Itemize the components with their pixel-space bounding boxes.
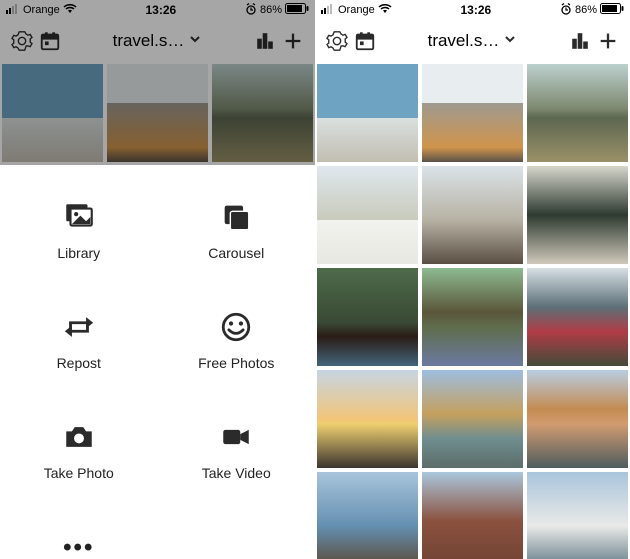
settings-button[interactable] bbox=[323, 27, 351, 55]
alarm-icon bbox=[245, 3, 257, 18]
wifi-icon bbox=[63, 4, 77, 17]
sheet-label: Library bbox=[57, 245, 100, 261]
status-bar: Orange 13:26 86% bbox=[315, 0, 630, 20]
thumb[interactable] bbox=[317, 472, 418, 559]
thumb[interactable] bbox=[422, 64, 523, 162]
camera-icon bbox=[62, 420, 96, 457]
phone-right: Orange 13:26 86% travel.s… bbox=[315, 0, 630, 559]
alarm-icon bbox=[560, 3, 572, 18]
sheet-library[interactable]: Library bbox=[0, 175, 158, 285]
thumb[interactable] bbox=[107, 64, 208, 162]
more-icon: ••• bbox=[63, 538, 94, 558]
sheet-freephotos[interactable]: Free Photos bbox=[158, 285, 316, 395]
status-bar: Orange 13:26 86% bbox=[0, 0, 315, 20]
sheet-takevideo[interactable]: Take Video bbox=[158, 395, 316, 505]
sheet-other[interactable]: ••• Other bbox=[0, 505, 158, 559]
photo-grid[interactable] bbox=[315, 62, 630, 559]
sheet-label: Repost bbox=[57, 355, 101, 371]
battery-pct: 86% bbox=[575, 4, 597, 16]
thumb[interactable] bbox=[422, 268, 523, 366]
account-dropdown[interactable]: travel.s… bbox=[379, 31, 566, 51]
account-title: travel.s… bbox=[428, 31, 500, 51]
clock: 13:26 bbox=[392, 3, 560, 17]
sheet-label: Carousel bbox=[208, 245, 264, 261]
thumb[interactable] bbox=[527, 370, 628, 468]
battery-pct: 86% bbox=[260, 4, 282, 16]
signal-icon bbox=[6, 4, 20, 17]
account-title: travel.s… bbox=[113, 31, 185, 51]
wifi-icon bbox=[378, 4, 392, 17]
settings-button[interactable] bbox=[8, 27, 36, 55]
sheet-label: Take Photo bbox=[44, 465, 114, 481]
thumb[interactable] bbox=[212, 64, 313, 162]
calendar-button[interactable] bbox=[36, 27, 64, 55]
toolbar: travel.s… bbox=[315, 20, 630, 62]
chevron-down-icon bbox=[188, 31, 202, 51]
sheet-repost[interactable]: Repost bbox=[0, 285, 158, 395]
carrier-label: Orange bbox=[338, 4, 375, 16]
clock: 13:26 bbox=[77, 3, 245, 17]
calendar-button[interactable] bbox=[351, 27, 379, 55]
thumb[interactable] bbox=[527, 64, 628, 162]
battery-icon bbox=[285, 3, 309, 17]
thumb[interactable] bbox=[422, 472, 523, 559]
add-button[interactable] bbox=[279, 27, 307, 55]
sheet-takephoto[interactable]: Take Photo bbox=[0, 395, 158, 505]
library-icon bbox=[62, 200, 96, 237]
video-icon bbox=[219, 420, 253, 457]
carousel-icon bbox=[219, 200, 253, 237]
toolbar: travel.s… bbox=[0, 20, 315, 62]
carrier-label: Orange bbox=[23, 4, 60, 16]
smiley-icon bbox=[219, 310, 253, 347]
add-button[interactable] bbox=[594, 27, 622, 55]
thumb[interactable] bbox=[317, 370, 418, 468]
thumb[interactable] bbox=[527, 472, 628, 559]
thumb[interactable] bbox=[2, 64, 103, 162]
chevron-down-icon bbox=[503, 31, 517, 51]
stats-button[interactable] bbox=[566, 27, 594, 55]
account-dropdown[interactable]: travel.s… bbox=[64, 31, 251, 51]
sheet-label: Take Video bbox=[202, 465, 271, 481]
thumb[interactable] bbox=[527, 268, 628, 366]
repost-icon bbox=[62, 310, 96, 347]
battery-icon bbox=[600, 3, 624, 17]
action-sheet: Library Carousel Repost Free Photos Take… bbox=[0, 165, 315, 559]
sheet-label: Free Photos bbox=[198, 355, 274, 371]
stats-button[interactable] bbox=[251, 27, 279, 55]
thumb[interactable] bbox=[317, 166, 418, 264]
thumb[interactable] bbox=[422, 370, 523, 468]
thumb[interactable] bbox=[317, 268, 418, 366]
sheet-carousel[interactable]: Carousel bbox=[158, 175, 316, 285]
thumb[interactable] bbox=[527, 166, 628, 264]
phone-left: Orange 13:26 86% travel.s… bbox=[0, 0, 315, 559]
thumb[interactable] bbox=[317, 64, 418, 162]
signal-icon bbox=[321, 4, 335, 17]
thumb[interactable] bbox=[422, 166, 523, 264]
